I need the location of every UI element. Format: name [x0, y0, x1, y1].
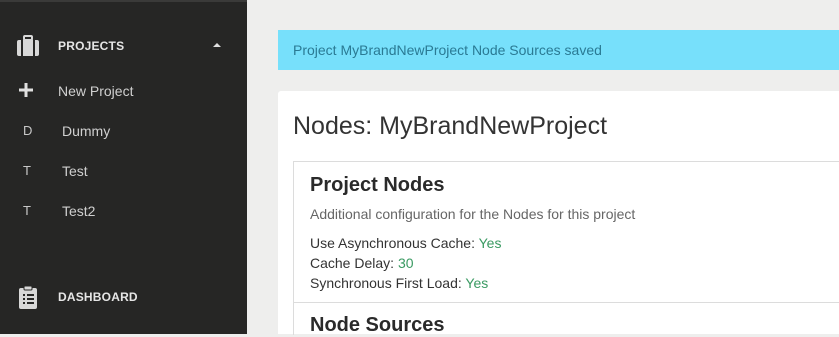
section-divider: [294, 302, 839, 303]
main-panel: Nodes: MyBrandNewProject Project Nodes A…: [278, 91, 839, 336]
project-item-dummy[interactable]: D Dummy: [0, 116, 247, 146]
project-nodes-heading: Project Nodes: [310, 174, 445, 196]
setting-async-cache: Use Asynchronous Cache: Yes: [310, 235, 501, 251]
sidebar-top-divider: [0, 0, 247, 2]
page-title: Nodes: MyBrandNewProject: [293, 112, 608, 140]
projects-label: PROJECTS: [58, 39, 125, 53]
plus-icon: [18, 82, 34, 98]
setting-value: Yes: [478, 235, 502, 251]
sidebar: PROJECTS New Project D Dummy T Test T Te…: [0, 0, 247, 334]
project-item-test2[interactable]: T Test2: [0, 196, 247, 226]
project-item-test[interactable]: T Test: [0, 156, 247, 186]
clipboard-icon: [16, 285, 40, 309]
setting-label: Use Asynchronous Cache:: [310, 235, 475, 251]
new-project-item[interactable]: New Project: [0, 76, 247, 106]
project-letter: T: [23, 163, 31, 178]
project-name: Test2: [62, 203, 96, 219]
setting-value: Yes: [465, 275, 489, 291]
alert-message: Project MyBrandNewProject Node Sources s…: [293, 42, 602, 58]
project-letter: T: [23, 203, 31, 218]
success-alert: Project MyBrandNewProject Node Sources s…: [278, 30, 839, 70]
dashboard-link[interactable]: DASHBOARD: [0, 280, 247, 314]
briefcase-icon: [16, 34, 40, 58]
dashboard-label: DASHBOARD: [58, 290, 138, 304]
setting-label: Synchronous First Load:: [310, 275, 462, 291]
setting-cache-delay: Cache Delay: 30: [310, 255, 414, 271]
project-letter: D: [23, 123, 33, 138]
project-name: Test: [62, 163, 88, 179]
project-nodes-card: Project Nodes Additional configuration f…: [293, 161, 839, 336]
setting-label: Cache Delay:: [310, 255, 395, 271]
project-nodes-description: Additional configuration for the Nodes f…: [310, 206, 636, 222]
setting-sync-first-load: Synchronous First Load: Yes: [310, 275, 488, 291]
setting-value: 30: [397, 255, 414, 271]
project-name: Dummy: [62, 123, 111, 139]
new-project-label: New Project: [58, 83, 134, 99]
caret-up-icon[interactable]: [213, 43, 221, 47]
projects-section-header[interactable]: PROJECTS: [0, 26, 247, 66]
